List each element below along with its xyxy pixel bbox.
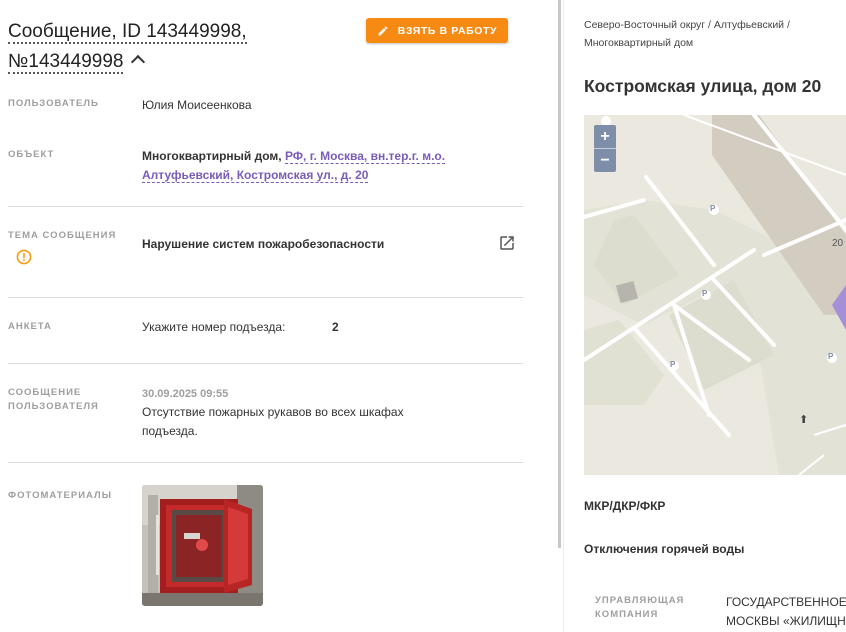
photos-row: ФОТОМАТЕРИАЛЫ — [8, 485, 523, 610]
form-answer: 2 — [332, 318, 372, 337]
message-label-line2: ПОЛЬЗОВАТЕЛЯ — [8, 401, 99, 412]
object-address-link-2[interactable]: Алтуфьевский, Костромская ул., д. 20 — [142, 168, 369, 183]
zoom-out-button[interactable]: − — [594, 149, 616, 172]
user-row: ПОЛЬЗОВАТЕЛЬ Юлия Моисеенкова — [8, 96, 523, 126]
breadcrumb: Северо-Восточный округ / Алтуфьевский / … — [584, 16, 834, 52]
title-line2: №143449998 — [8, 51, 124, 74]
object-type: Многоквартирный дом, — [142, 149, 282, 163]
message-row: СООБЩЕНИЕ ПОЛЬЗОВАТЕЛЯ 30.09.2025 09:55 … — [8, 385, 523, 463]
message-value: 30.09.2025 09:55 Отсутствие пожарных рук… — [142, 385, 502, 441]
upload-icon: ⬆ — [799, 414, 809, 426]
form-label: АНКЕТА — [8, 321, 52, 332]
object-address-link-1[interactable]: РФ, г. Москва, вн.тер.г. м.о. — [284, 149, 446, 164]
form-row: АНКЕТА Укажите номер подъезда: 2 — [8, 319, 523, 364]
message-text-line2: подъезда. — [142, 424, 198, 438]
location-panel: Северо-Восточный округ / Алтуфьевский / … — [584, 0, 846, 632]
zoom-in-button[interactable]: + — [594, 125, 616, 149]
topic-row: ТЕМА СООБЩЕНИЯ Нарушение систем пожаробе… — [8, 228, 523, 298]
topic-value: Нарушение систем пожаробезопасности — [142, 235, 502, 254]
form-answer-text: 2 — [332, 320, 339, 334]
take-to-work-label: ВЗЯТЬ В РАБОТУ — [397, 24, 498, 37]
photos-label: ФОТОМАТЕРИАЛЫ — [8, 490, 113, 501]
breadcrumb-line2: Многоквартирный дом — [584, 37, 694, 49]
object-label: ОБЪЕКТ — [8, 149, 55, 160]
message-detail-screen: Сообщение, ID 143449998, №143449998 ВЗЯТ… — [0, 0, 846, 632]
object-value: Многоквартирный дом, РФ, г. Москва, вн.т… — [142, 147, 502, 185]
breadcrumb-line1: Северо-Восточный округ / Алтуфьевский / — [584, 19, 790, 31]
pencil-icon — [378, 25, 388, 35]
parking-marker-1: P — [710, 204, 716, 213]
topic-text: Нарушение систем пожаробезопасности — [142, 237, 385, 251]
management-label-line2: КОМПАНИЯ — [595, 609, 659, 620]
message-label: СООБЩЕНИЕ ПОЛЬЗОВАТЕЛЯ — [8, 386, 128, 414]
object-row: ОБЪЕКТ Многоквартирный дом, РФ, г. Москв… — [8, 147, 523, 207]
title-line1: Сообщение, ID 143449998, — [8, 21, 247, 44]
parking-marker-3: P — [670, 360, 676, 369]
message-date: 30.09.2025 09:55 — [142, 388, 229, 400]
open-external-icon[interactable] — [498, 234, 516, 252]
message-panel: Сообщение, ID 143449998, №143449998 ВЗЯТ… — [0, 0, 556, 632]
management-value-line1: ГОСУДАРСТВЕННОЕ — [726, 595, 846, 609]
management-label-line1: УПРАВЛЯЮЩАЯ — [595, 595, 685, 606]
panel-divider — [563, 0, 564, 632]
photo-thumbnail[interactable] — [142, 485, 263, 606]
management-company-value: ГОСУДАРСТВЕННОЕ МОСКВЫ «ЖИЛИЩН — [726, 593, 846, 631]
page-title: Сообщение, ID 143449998, №143449998 — [8, 17, 348, 77]
message-text-line1: Отсутствие пожарных рукавов во всех шкаф… — [142, 405, 404, 419]
user-label: ПОЛЬЗОВАТЕЛЬ — [8, 98, 99, 109]
management-value-line2: МОСКВЫ «ЖИЛИЩН — [726, 614, 846, 628]
form-value: Укажите номер подъезда: — [142, 318, 502, 337]
message-label-line1: СООБЩЕНИЕ — [8, 387, 82, 398]
chevron-up-icon[interactable] — [131, 54, 146, 70]
user-value: Юлия Моисеенкова — [142, 98, 252, 112]
fire-hose-cabinet-photo — [142, 485, 263, 606]
mkr-label[interactable]: МКР/ДКР/ФКР — [584, 499, 665, 513]
warning-icon — [16, 249, 32, 265]
zoom-controls: + − — [594, 125, 616, 172]
parking-marker-2: P — [702, 289, 708, 298]
parking-marker-4: P — [828, 352, 834, 361]
form-question: Укажите номер подъезда: — [142, 320, 286, 334]
hot-water-label[interactable]: Отключения горячей воды — [584, 542, 744, 556]
address-title: Костромская улица, дом 20 — [584, 76, 822, 96]
management-company-label: УПРАВЛЯЮЩАЯ КОМПАНИЯ — [595, 594, 695, 622]
house-number-label: 20 — [832, 238, 844, 249]
take-to-work-button[interactable]: ВЗЯТЬ В РАБОТУ — [366, 18, 508, 43]
topic-label: ТЕМА СООБЩЕНИЯ — [8, 230, 117, 241]
panel-scrollbar[interactable] — [558, 0, 561, 548]
map[interactable]: P P P P 20 ⬆ + − — [584, 115, 846, 475]
